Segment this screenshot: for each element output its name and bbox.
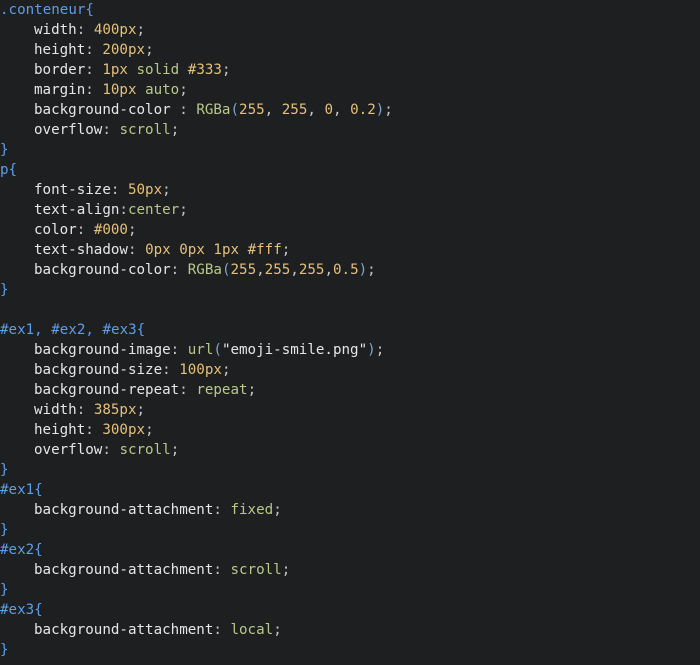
code-line: background-image: url("emoji-smile.png")… [34,342,385,358]
code-line: } [0,142,9,158]
code-line: height: 300px; [34,422,154,438]
code-line: height: 200px; [34,42,154,58]
code-line: } [0,522,9,538]
code-line: } [0,462,9,478]
code-editor[interactable]: .conteneur{ width: 400px; height: 200px; bo… [0,0,700,665]
code-line: } [0,642,9,658]
code-line: background-attachment: local; [34,622,282,638]
code-line: font-size: 50px; [34,182,171,198]
code-line: #ex2{ [0,542,43,558]
code-line: background-attachment: scroll; [34,562,291,578]
code-line: width: 400px; [34,22,146,38]
code-line: color: #000; [34,222,137,238]
code-block: .conteneur{ width: 400px; height: 200px; bo… [0,0,700,660]
code-line: } [0,282,9,298]
code-line: #ex3{ [0,602,43,618]
code-line: background-attachment: fixed; [34,502,282,518]
code-line: text-shadow: 0px 0px 1px #fff; [34,242,291,258]
code-line: background-color : RGBa(255, 255, 0, 0.2… [34,102,393,118]
code-line: #ex1{ [0,482,43,498]
code-line: overflow: scroll; [34,442,180,458]
code-line: .conteneur{ [0,2,94,18]
code-line: background-repeat: repeat; [34,382,257,398]
code-line: width: 385px; [34,402,146,418]
code-line: text-align:center; [34,202,188,218]
code-line: margin: 10px auto; [34,82,188,98]
code-line: p{ [0,162,18,178]
code-line: overflow: scroll; [34,122,180,138]
code-line: background-color: RGBa(255,255,255,0.5); [34,262,376,278]
code-line: border: 1px solid #333; [34,62,231,78]
code-line: } [0,582,9,598]
code-line: background-size: 100px; [34,362,231,378]
code-line: #ex1, #ex2, #ex3{ [0,322,146,338]
